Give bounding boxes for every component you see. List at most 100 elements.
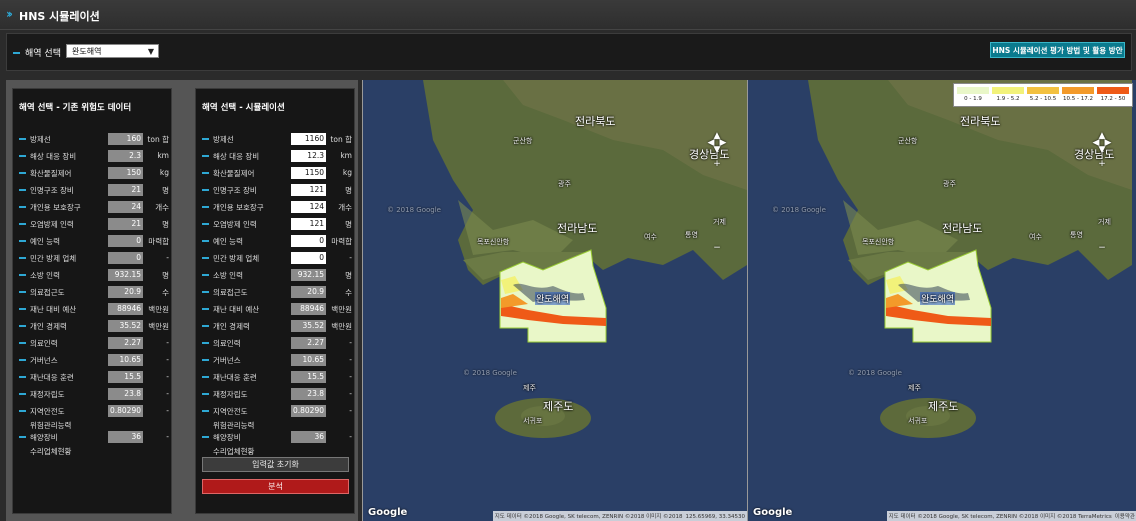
field-unit: kg: [342, 168, 352, 177]
map-watermark: © 2018 Google: [387, 206, 441, 214]
field-label: 해상 대응 장비: [213, 152, 260, 161]
field-label: 지역안전도: [213, 407, 248, 416]
legend-label: 17.2 - 50: [1100, 96, 1126, 102]
field-value[interactable]: 0: [291, 235, 326, 247]
field-label: 해상 대응 장비: [30, 152, 77, 161]
bullet-dash-icon: [19, 240, 26, 242]
field-row: 재난대응 훈련 15.5 -: [196, 369, 356, 386]
field-value: 23.8: [291, 388, 326, 400]
field-unit: 마력합: [331, 237, 352, 246]
field-row: 개인 경제력 35.52 백만원: [196, 318, 356, 335]
terms-link[interactable]: 이용약관: [1115, 514, 1135, 520]
field-label: 민간 방제 업체: [213, 254, 260, 263]
field-label: 인명구조 장비: [30, 186, 74, 195]
field-unit: 명: [345, 271, 352, 280]
field-unit: 명: [162, 220, 169, 229]
field-value: 20.9: [108, 286, 143, 298]
bullet-dash-icon: [202, 172, 209, 174]
field-value: 2.27: [291, 337, 326, 349]
field-unit: 백만원: [148, 322, 169, 331]
reset-inputs-button[interactable]: 입력값 초기화: [202, 457, 349, 472]
field-row: 예인 능력 0 마력합: [196, 233, 356, 250]
field-value[interactable]: 0: [291, 252, 326, 264]
legend-label: 0 - 1.9: [964, 96, 982, 102]
simulation-panel-title: 해역 선택 - 시뮬레이션: [202, 103, 285, 113]
field-row: 의료인력 2.27 -: [13, 335, 173, 352]
zoom-out-icon[interactable]: −: [711, 242, 723, 254]
bullet-dash-icon: [19, 206, 26, 208]
map-attribution[interactable]: 지도 데이터 ©2018 Google, SK telecom, ZENRIN …: [492, 511, 747, 521]
field-label: 재정자립도: [30, 390, 65, 399]
field-value[interactable]: 12.3: [291, 150, 326, 162]
field-row: 해상 대응 장비 2.3 km: [13, 148, 173, 165]
pan-down-icon[interactable]: ▼: [1096, 144, 1108, 156]
bullet-dash-icon: [19, 291, 26, 293]
zoom-in-icon[interactable]: +: [1096, 158, 1108, 170]
field-value: 15.5: [108, 371, 143, 383]
field-label: 재난 대비 예산: [213, 305, 260, 314]
field-unit: -: [349, 355, 352, 364]
simulation-risk-map[interactable]: 전라북도 경상남도 전라남도 완도해역 제주도 제주 서귀포 군산항 광주 목포신안항 여수 통영 거제…: [747, 80, 1136, 521]
legend-swatch: [957, 87, 989, 94]
field-value[interactable]: 121: [291, 218, 326, 230]
pan-down-icon[interactable]: ▼: [711, 144, 723, 156]
field-unit: -: [166, 432, 169, 441]
field-unit: -: [166, 338, 169, 347]
map-label-jeju-island: 제주도: [543, 400, 574, 413]
map-label-jeonbuk: 전라북도: [575, 115, 616, 128]
field-label: 개인용 보호장구: [213, 203, 264, 212]
field-value: 10.65: [291, 354, 326, 366]
field-value: 2.3: [108, 150, 143, 162]
baseline-risk-map[interactable]: 전라북도 경상남도 전라남도 완도해역 제주도 제주 서귀포 군산항 광주 목포신안항 여수 통영 거제…: [362, 80, 747, 521]
bullet-dash-icon: [19, 223, 26, 225]
field-row: 오염방제 인력 121 명: [196, 216, 356, 233]
field-unit: ton 합: [330, 135, 352, 144]
bullet-dash-icon: [19, 393, 26, 395]
zoom-out-icon[interactable]: −: [1096, 242, 1108, 254]
analyze-button[interactable]: 분석: [202, 479, 349, 494]
field-row: 의료접근도 20.9 수: [13, 284, 173, 301]
map-label-wando: 완도해역: [920, 292, 956, 305]
region-selector-label: 해역 선택: [25, 49, 61, 59]
map-watermark: © 2018 Google: [463, 369, 517, 377]
bullet-dash-icon: [202, 189, 209, 191]
field-row: 해양장비 36 - 수리업체현황: [13, 429, 173, 456]
field-unit: 수: [162, 288, 169, 297]
region-dropdown[interactable]: 완도해역 ▼: [66, 44, 159, 58]
guide-button[interactable]: HNS 시뮬레이션 평가 방법 및 활용 방안: [990, 42, 1125, 58]
bullet-dash-icon: [19, 155, 26, 157]
bullet-dash-icon: [19, 359, 26, 361]
bullet-dash-icon: [202, 240, 209, 242]
field-value[interactable]: 121: [291, 184, 326, 196]
risk-legend: 0 - 1.9 1.9 - 5.2 5.2 - 10.5 10.5 - 17.2 17.…: [953, 83, 1133, 107]
field-unit: -: [349, 389, 352, 398]
map-label-gunsan: 군산항: [513, 137, 533, 145]
field-label: 해양장비: [30, 433, 58, 442]
field-value: 932.15: [108, 269, 143, 281]
field-row: 개인용 보호장구 24 개수: [13, 199, 173, 216]
bullet-dash-icon: [202, 325, 209, 327]
map-label-geoje: 거제: [1098, 218, 1111, 226]
baseline-panel-title: 해역 선택 - 기존 위험도 데이터: [19, 103, 132, 113]
field-value[interactable]: 1150: [291, 167, 326, 179]
field-sublabel: 수리업체현황: [213, 447, 255, 456]
map-attribution[interactable]: 지도 데이터 ©2018 Google, SK telecom, ZENRIN …: [886, 511, 1136, 521]
field-unit: ton 합: [147, 135, 169, 144]
field-value: 24: [108, 201, 143, 213]
map-label-yeosu: 여수: [644, 233, 657, 241]
field-row: 방제선 160 ton 합: [13, 131, 173, 148]
field-label: 방제선: [213, 135, 234, 144]
field-row: 소방 인력 932.15 명: [196, 267, 356, 284]
field-unit: -: [349, 432, 352, 441]
field-unit: 백만원: [331, 305, 352, 314]
field-unit: -: [349, 253, 352, 262]
field-row: 의료인력 2.27 -: [196, 335, 356, 352]
zoom-in-icon[interactable]: +: [711, 158, 723, 170]
field-row: 재정자립도 23.8 -: [13, 386, 173, 403]
field-value: 88946: [291, 303, 326, 315]
field-value[interactable]: 124: [291, 201, 326, 213]
field-value: 150: [108, 167, 143, 179]
field-value[interactable]: 1160: [291, 133, 326, 145]
field-label: 소방 인력: [30, 271, 60, 280]
field-row: 소방 인력 932.15 명: [13, 267, 173, 284]
